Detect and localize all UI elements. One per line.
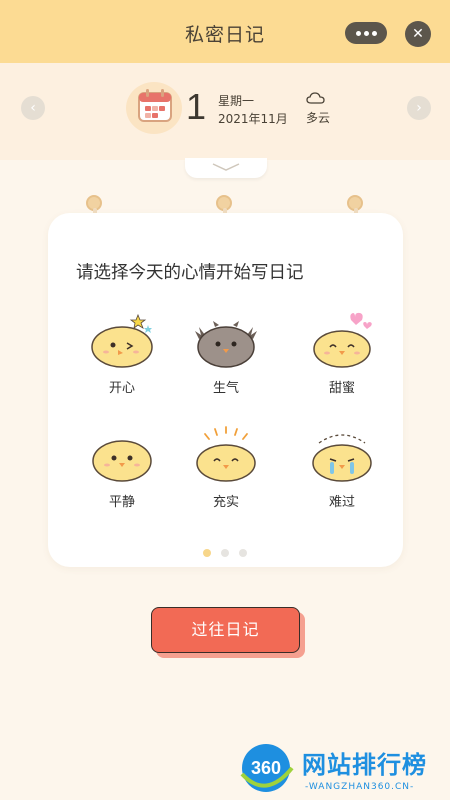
collapse-handle[interactable] xyxy=(185,158,267,178)
mood-label: 甜蜜 xyxy=(328,381,355,396)
close-icon: ✕ xyxy=(412,26,424,42)
close-button[interactable]: ✕ xyxy=(405,21,431,47)
mood-label: 平静 xyxy=(108,495,135,510)
day-number: 1 xyxy=(186,86,207,127)
happy-chick-icon xyxy=(91,313,153,368)
calendar-icon xyxy=(138,89,172,122)
chevron-left-icon: ‹ xyxy=(30,100,36,116)
mood-prompt: 请选择今天的心情开始写日记 xyxy=(76,263,304,283)
weather-label: 多云 xyxy=(306,111,331,125)
cloudy-icon xyxy=(306,92,325,104)
mood-option-sweet[interactable]: 甜蜜 xyxy=(302,311,382,396)
page-dot xyxy=(221,549,229,557)
mood-option-sad[interactable]: 难过 xyxy=(302,425,382,510)
watermark-logo: 360 xyxy=(240,744,294,792)
chevron-down-icon xyxy=(212,163,240,171)
mood-label: 难过 xyxy=(328,495,355,510)
calendar-button[interactable] xyxy=(126,82,182,134)
mood-card: 请选择今天的心情开始写日记 开心 生气 甜蜜 平静 充实 难过 xyxy=(48,213,403,567)
fulfilled-chick-icon xyxy=(196,426,256,482)
mood-label: 生气 xyxy=(212,381,239,396)
sad-chick-icon xyxy=(312,434,372,482)
past-diary-button[interactable]: 过往日记 xyxy=(151,607,300,653)
previous-day-button[interactable]: ‹ xyxy=(21,96,45,120)
page-dot xyxy=(203,549,211,557)
more-menu-button[interactable] xyxy=(345,22,387,44)
mood-label: 充实 xyxy=(212,495,239,510)
sweet-chick-icon xyxy=(313,312,372,368)
page-indicator xyxy=(203,549,247,557)
watermark-title: 网站排行榜 xyxy=(302,751,427,779)
mood-label: 开心 xyxy=(108,381,135,396)
year-month-label: 2021年11月 xyxy=(218,112,288,126)
watermark-logo-text: 360 xyxy=(251,758,281,778)
page-dot xyxy=(239,549,247,557)
mood-option-angry[interactable]: 生气 xyxy=(186,311,266,396)
more-dots-icon xyxy=(355,30,361,36)
title-bar: 私密日记 ✕ xyxy=(0,0,450,63)
mood-option-calm[interactable]: 平静 xyxy=(82,425,162,510)
mood-option-happy[interactable]: 开心 xyxy=(82,311,162,396)
angry-chick-icon xyxy=(195,321,257,368)
chevron-right-icon: › xyxy=(416,100,422,116)
mood-option-fulfilled[interactable]: 充实 xyxy=(186,425,266,510)
watermark-subtitle: -WANGZHAN360.CN- xyxy=(305,782,415,792)
weekday-label: 星期一 xyxy=(218,94,255,108)
calm-chick-icon xyxy=(92,440,152,482)
next-day-button[interactable]: › xyxy=(407,96,431,120)
